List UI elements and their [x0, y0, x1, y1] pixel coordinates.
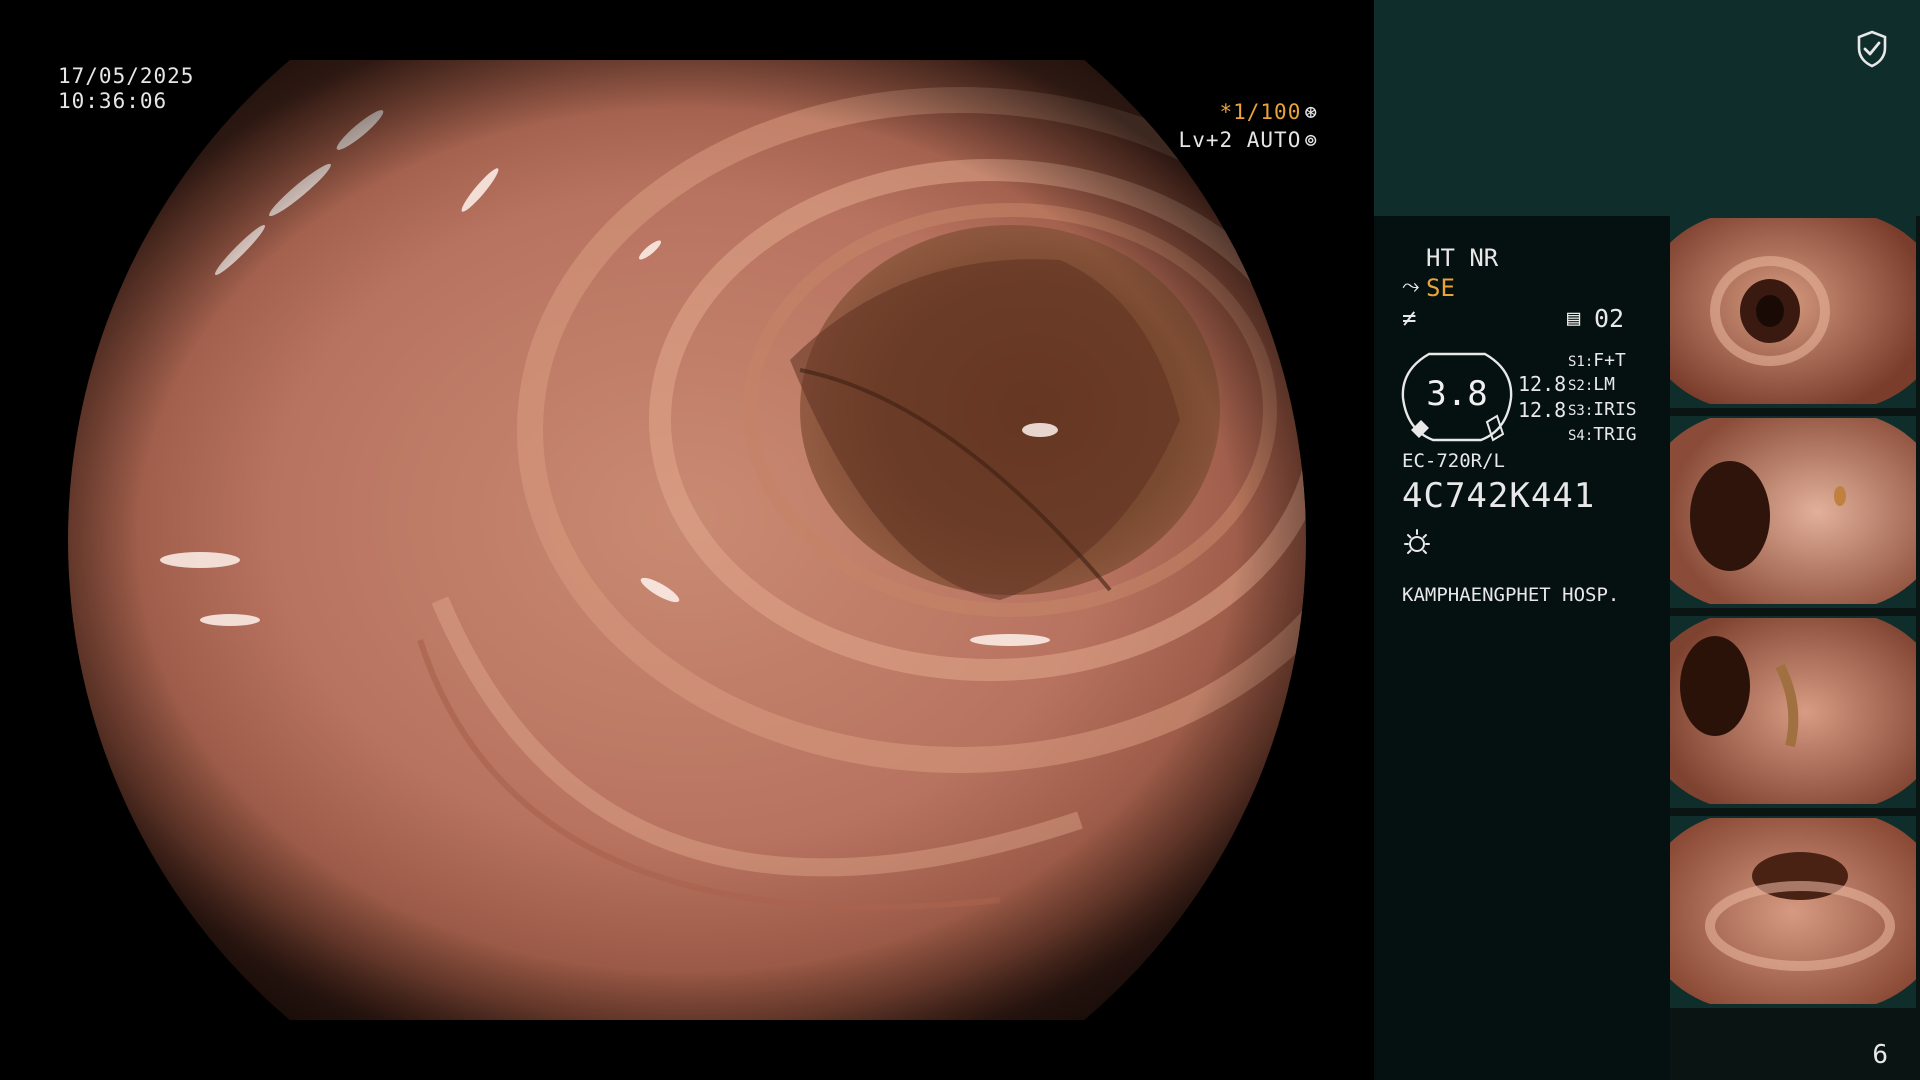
channel-value: 02 [1594, 304, 1625, 333]
iris-icon: ⊚ [1304, 128, 1318, 152]
switch-key: S1: [1568, 354, 1594, 370]
scope-info-block [1374, 216, 1670, 1080]
structure-enhance-label: SE [1426, 274, 1455, 302]
memory-card-icon: ▤ [1567, 306, 1581, 331]
shutter-speed-readout: *1/100 ⊛ [1219, 98, 1318, 126]
captured-thumbnail[interactable] [1670, 216, 1916, 408]
endoscopy-screen: 17/05/2025 10:36:06 *1/100 ⊛ Lv+2 AUTO ⊚ H… [0, 0, 1920, 1080]
image-mode-label: HT NR [1426, 244, 1499, 272]
captured-thumbnail[interactable] [1670, 816, 1916, 1008]
brightness-level-readout: Lv+2 AUTO ⊚ [1179, 126, 1318, 154]
light-source-icon [1404, 529, 1430, 554]
endoscope-live-view[interactable]: 17/05/2025 10:36:06 *1/100 ⊛ Lv+2 AUTO ⊚ [0, 0, 1374, 1080]
switch-key: S3: [1568, 403, 1594, 419]
shutter-speed-value: *1/100 [1219, 100, 1302, 124]
thumbnail-image [1670, 818, 1916, 1004]
thumbnail-image [1670, 418, 1916, 604]
gauge-side-value-2: 12.8 [1518, 398, 1567, 422]
page-number: 6 [1872, 1040, 1888, 1070]
structure-enhance-icon: ⤳ [1402, 274, 1420, 299]
switch-row: S1:F+T [1568, 350, 1626, 371]
thumbnail-image [1670, 618, 1916, 804]
gauge-value: 3.8 [1426, 374, 1488, 414]
thumbnail-image [1670, 218, 1916, 404]
gauge-side-value-1: 12.8 [1518, 372, 1567, 396]
captured-thumbnail[interactable] [1670, 616, 1916, 808]
scope-model: EC-720R/L [1402, 450, 1505, 472]
exam-date: 17/05/2025 [58, 64, 195, 88]
panel-header [1374, 0, 1920, 216]
endoscope-image [68, 60, 1306, 1020]
freeze-icon: ≠ [1402, 304, 1417, 332]
aperture-icon: ⊛ [1304, 100, 1318, 124]
info-panel: HT NR ⤳ SE ≠ ▤ 02 3.8 12.8 12.8 S1:F+T S… [1374, 0, 1920, 1080]
captured-thumbnail[interactable] [1670, 416, 1916, 608]
hospital-name: KAMPHAENGPHET HOSP. [1402, 584, 1620, 606]
switch-row: S3:IRIS [1568, 399, 1637, 420]
scope-serial-number: 4C742K441 [1402, 476, 1596, 516]
brightness-level-value: Lv+2 AUTO [1178, 128, 1302, 152]
switch-key: S2: [1568, 378, 1594, 394]
switch-value: IRIS [1593, 399, 1637, 420]
switch-row: S2:LM [1568, 374, 1615, 395]
switch-value: F+T [1593, 350, 1626, 371]
switch-key: S4: [1568, 428, 1594, 444]
switch-value: LM [1593, 374, 1615, 395]
exam-time: 10:36:06 [58, 89, 168, 113]
switch-value: TRIG [1593, 424, 1637, 445]
shield-check-icon [1857, 30, 1887, 68]
switch-row: S4:TRIG [1568, 424, 1637, 445]
